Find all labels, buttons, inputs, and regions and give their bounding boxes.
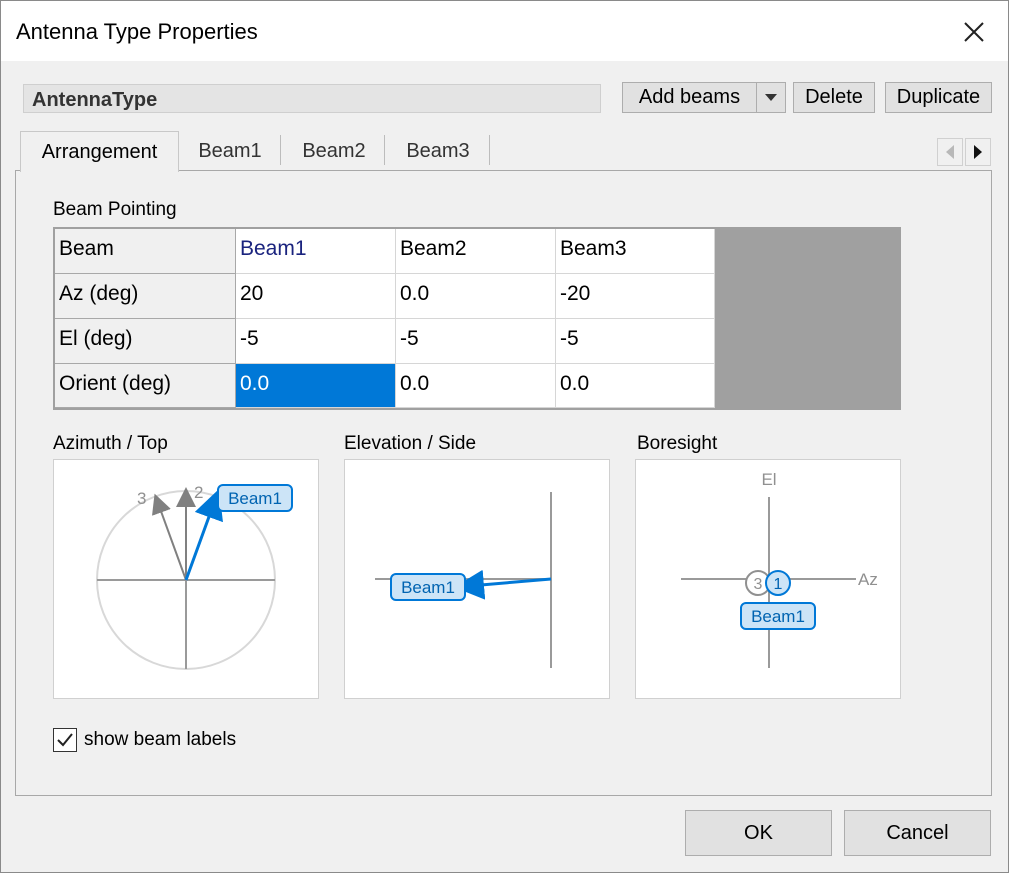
boresight-view[interactable]: El Az 3 1 Beam1 bbox=[635, 459, 901, 699]
beam1-elevation-arrow bbox=[454, 569, 552, 600]
duplicate-button[interactable]: Duplicate bbox=[885, 82, 992, 113]
ok-label: OK bbox=[744, 821, 773, 844]
beam2-orient-cell[interactable]: 0.0 bbox=[396, 364, 556, 408]
add-beams-dropdown[interactable] bbox=[756, 82, 786, 113]
beam-pointing-title: Beam Pointing bbox=[53, 199, 177, 220]
grid-empty-area bbox=[715, 229, 901, 408]
beam3-az-cell[interactable]: -20 bbox=[556, 274, 715, 319]
cancel-label: Cancel bbox=[886, 821, 949, 844]
row-header-el: El (deg) bbox=[55, 319, 236, 364]
tab-divider bbox=[280, 135, 281, 165]
beam1-az-cell[interactable]: 20 bbox=[236, 274, 396, 319]
beam1-tag-label: Beam1 bbox=[228, 489, 282, 508]
tab-beam3-label: Beam3 bbox=[406, 139, 470, 162]
beam2-az-cell[interactable]: 0.0 bbox=[396, 274, 556, 319]
beam3-name-cell[interactable]: Beam3 bbox=[556, 229, 715, 274]
beam1-el-cell[interactable]: -5 bbox=[236, 319, 396, 364]
elevation-diagram: Beam1 bbox=[375, 492, 552, 668]
close-button[interactable] bbox=[951, 13, 997, 51]
tab-scroll-left-button[interactable] bbox=[937, 138, 963, 166]
title-bar: Antenna Type Properties bbox=[1, 1, 1008, 61]
checkmark-icon bbox=[57, 733, 73, 747]
beam3-el-cell[interactable]: -5 bbox=[556, 319, 715, 364]
beam3-orient-cell[interactable]: 0.0 bbox=[556, 364, 715, 408]
beam-pointing-grid: Beam Az (deg) El (deg) Orient (deg) Beam… bbox=[53, 227, 901, 410]
boresight-view-title: Boresight bbox=[637, 433, 718, 454]
tab-scroll-right-button[interactable] bbox=[965, 138, 991, 166]
chevron-left-icon bbox=[946, 145, 954, 159]
row-header-beam: Beam bbox=[55, 229, 236, 274]
add-beams-label: Add beams bbox=[638, 86, 741, 108]
tab-beam1-label: Beam1 bbox=[198, 139, 262, 162]
boresight-az-label: Az bbox=[858, 570, 878, 589]
cancel-button[interactable]: Cancel bbox=[844, 810, 991, 856]
beam1-name-cell[interactable]: Beam1 bbox=[236, 229, 396, 274]
ok-button[interactable]: OK bbox=[685, 810, 832, 856]
beam2-el-cell[interactable]: -5 bbox=[396, 319, 556, 364]
tab-beam1[interactable]: Beam1 bbox=[180, 131, 280, 171]
beam3-marker-label: 3 bbox=[754, 576, 763, 593]
tab-divider bbox=[384, 135, 385, 165]
tab-beam2-label: Beam2 bbox=[302, 139, 366, 162]
beam1-marker-label: 1 bbox=[774, 576, 783, 593]
beam1-orient-cell[interactable]: 0.0 bbox=[236, 364, 396, 408]
beam3-arrow bbox=[152, 493, 187, 581]
dialog-window: Antenna Type Properties AntennaType Add … bbox=[0, 0, 1009, 873]
chevron-right-icon bbox=[974, 145, 982, 159]
row-header-orient: Orient (deg) bbox=[55, 364, 236, 408]
antenna-name-field[interactable]: AntennaType bbox=[23, 84, 601, 113]
azimuth-view[interactable]: 3 2 Beam1 bbox=[53, 459, 319, 699]
tab-arrangement[interactable]: Arrangement bbox=[20, 131, 179, 172]
chevron-down-icon bbox=[765, 93, 777, 101]
show-beam-labels-label[interactable]: show beam labels bbox=[84, 729, 236, 751]
show-beam-labels-checkbox[interactable] bbox=[53, 728, 77, 752]
window-title: Antenna Type Properties bbox=[16, 19, 258, 44]
tab-arrangement-label: Arrangement bbox=[41, 140, 158, 163]
azimuth-view-title: Azimuth / Top bbox=[53, 433, 168, 454]
beam3-label: 3 bbox=[137, 489, 146, 508]
tab-beam2[interactable]: Beam2 bbox=[283, 131, 385, 171]
duplicate-label: Duplicate bbox=[896, 86, 981, 108]
azimuth-diagram: 3 2 Beam1 bbox=[96, 483, 293, 670]
boresight-diagram: El Az 3 1 Beam1 bbox=[681, 470, 878, 668]
close-icon bbox=[964, 22, 984, 42]
boresight-el-label: El bbox=[761, 470, 776, 489]
beam2-label: 2 bbox=[194, 483, 203, 502]
delete-button[interactable]: Delete bbox=[793, 82, 875, 113]
beam1-arrow bbox=[184, 488, 223, 581]
elevation-beam1-tag-label: Beam1 bbox=[401, 578, 455, 597]
beam2-name-cell[interactable]: Beam2 bbox=[396, 229, 556, 274]
add-beams-button[interactable]: Add beams bbox=[622, 82, 757, 113]
elevation-view-title: Elevation / Side bbox=[344, 433, 477, 454]
row-header-az: Az (deg) bbox=[55, 274, 236, 319]
elevation-view[interactable]: Beam1 bbox=[344, 459, 610, 699]
delete-label: Delete bbox=[805, 86, 863, 108]
boresight-beam1-tag-label: Beam1 bbox=[751, 607, 805, 626]
tab-beam3[interactable]: Beam3 bbox=[387, 131, 489, 171]
tab-divider bbox=[489, 135, 490, 165]
